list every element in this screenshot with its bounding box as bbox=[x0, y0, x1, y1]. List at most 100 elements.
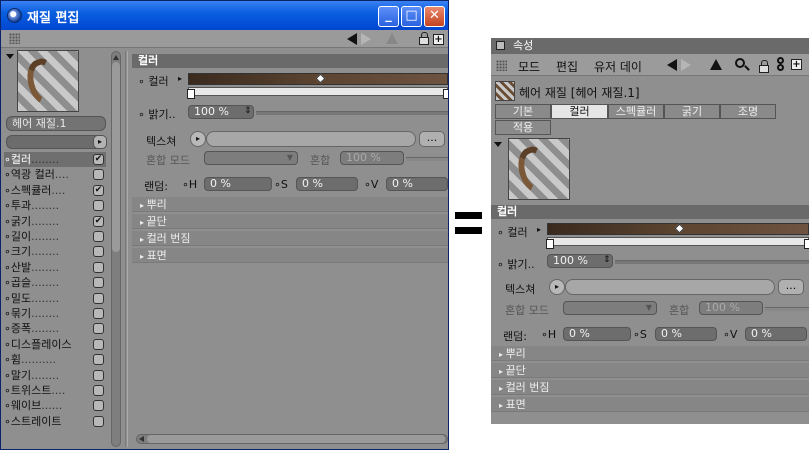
menu-mode[interactable]: 모드 bbox=[518, 58, 540, 75]
v-field[interactable]: 0 % bbox=[386, 177, 448, 191]
channel-item[interactable]: ∘스펙큘러.... ✔ bbox=[4, 183, 106, 198]
texture-field[interactable] bbox=[206, 131, 416, 147]
horizontal-scrollbar[interactable] bbox=[136, 434, 448, 444]
fold-group[interactable]: ▸ 뿌리 bbox=[132, 197, 448, 212]
blend-mode-select[interactable]: ▼ bbox=[204, 151, 298, 165]
menu-edit[interactable]: 편집 bbox=[556, 58, 578, 75]
channel-checkbox[interactable] bbox=[93, 277, 104, 289]
gradient-knob-track[interactable] bbox=[188, 87, 448, 96]
brightness-slider[interactable] bbox=[256, 111, 448, 115]
hscroll-thumb[interactable] bbox=[147, 435, 445, 443]
channel-checkbox[interactable] bbox=[93, 323, 104, 335]
panel-divider[interactable] bbox=[125, 51, 128, 447]
channel-checkbox[interactable]: ✔ bbox=[93, 184, 104, 196]
channel-item[interactable]: ∘역광 컬러.... bbox=[4, 167, 106, 182]
texture-arrow-button[interactable]: ▸ bbox=[190, 131, 206, 147]
up-arrow-icon[interactable] bbox=[710, 59, 722, 70]
stepper-icon[interactable]: ⇕ bbox=[244, 106, 252, 116]
channel-checkbox[interactable] bbox=[93, 292, 104, 304]
fold-group[interactable]: ▸ 표면 bbox=[491, 397, 809, 412]
minimize-button[interactable]: _ bbox=[378, 6, 399, 27]
menu-user-data[interactable]: 유저 데이 bbox=[594, 58, 642, 75]
blend-field[interactable]: 100 % bbox=[340, 151, 404, 165]
fold-group[interactable]: ▸ 끝단 bbox=[491, 363, 809, 378]
channel-item[interactable]: ∘트위스트.... bbox=[4, 383, 106, 398]
channel-item[interactable]: ∘웨이브...... bbox=[4, 398, 106, 413]
material-preview-large[interactable] bbox=[508, 138, 570, 200]
blend-slider[interactable] bbox=[765, 307, 809, 311]
forward-arrow-icon[interactable] bbox=[361, 33, 371, 45]
material-name-field[interactable]: 헤어 재질.1 bbox=[6, 116, 106, 131]
channel-item[interactable]: ∘디스플레이스 bbox=[4, 337, 106, 352]
h-field[interactable]: 0 % bbox=[204, 177, 272, 191]
channel-item[interactable]: ∘증폭........ bbox=[4, 321, 106, 336]
color-gradient-bar[interactable] bbox=[547, 223, 809, 235]
gradient-knob-left[interactable] bbox=[546, 239, 554, 249]
channel-item[interactable]: ∘휨.......... bbox=[4, 352, 106, 367]
gradient-midpoint-knob[interactable] bbox=[674, 223, 685, 234]
tab-item[interactable]: 굵기 bbox=[664, 104, 720, 119]
fold-group[interactable]: ▸ 뿌리 bbox=[491, 346, 809, 361]
back-arrow-icon[interactable] bbox=[347, 33, 357, 45]
gradient-knob-right[interactable] bbox=[443, 89, 448, 99]
up-arrow-icon[interactable] bbox=[386, 33, 398, 44]
channel-checkbox[interactable] bbox=[93, 169, 104, 181]
title-bar[interactable]: 재질 편집 _ □ ✕ bbox=[1, 1, 448, 30]
channel-checkbox[interactable] bbox=[93, 231, 104, 242]
tab-item[interactable]: 기본 bbox=[495, 104, 551, 119]
chevron-right-icon[interactable]: ▸ bbox=[93, 135, 107, 149]
new-panel-icon[interactable]: + bbox=[791, 59, 802, 70]
brightness-slider[interactable] bbox=[615, 260, 809, 264]
texture-browse-button[interactable]: ... bbox=[778, 279, 804, 295]
close-button[interactable]: ✕ bbox=[424, 6, 445, 27]
gradient-knob-left[interactable] bbox=[187, 89, 195, 99]
channel-checkbox[interactable] bbox=[93, 415, 104, 427]
texture-arrow-button[interactable]: ▸ bbox=[549, 279, 565, 295]
channel-checkbox[interactable] bbox=[93, 385, 104, 396]
tab-item[interactable]: 적용 bbox=[495, 120, 551, 135]
channel-checkbox[interactable] bbox=[93, 400, 104, 412]
collapse-triangle-icon[interactable] bbox=[6, 54, 14, 59]
maximize-button[interactable]: □ bbox=[401, 6, 422, 27]
gradient-knob-track[interactable] bbox=[547, 237, 809, 246]
channel-checkbox[interactable] bbox=[93, 246, 104, 258]
channel-item[interactable]: ∘크기........ bbox=[4, 244, 106, 259]
tab-item[interactable]: 컬러 bbox=[551, 104, 608, 119]
channel-item[interactable]: ∘투과........ bbox=[4, 198, 106, 213]
gradient-midpoint-knob[interactable] bbox=[315, 73, 326, 84]
link-icon[interactable] bbox=[777, 57, 784, 64]
channel-scroll-header[interactable]: ▸ bbox=[6, 135, 107, 149]
v-field[interactable]: 0 % bbox=[745, 327, 807, 341]
tab-item[interactable]: 조명 bbox=[720, 104, 776, 119]
fold-group[interactable]: ▸ 끝단 bbox=[132, 214, 448, 229]
channel-item[interactable]: ∘굵기........ ✔ bbox=[4, 214, 106, 229]
expand-triangle-icon[interactable]: ▸ bbox=[537, 225, 541, 234]
material-preview[interactable] bbox=[17, 50, 79, 112]
scroll-thumb[interactable] bbox=[112, 62, 120, 252]
fold-group[interactable]: ▸ 표면 bbox=[132, 248, 448, 263]
attributes-title-bar[interactable]: 속성 bbox=[491, 38, 809, 54]
channel-item[interactable]: ∘말기........ bbox=[4, 368, 106, 383]
gradient-knob-right[interactable] bbox=[804, 239, 809, 249]
new-panel-icon[interactable]: + bbox=[433, 34, 444, 45]
channel-item[interactable]: ∘산발........ bbox=[4, 260, 106, 275]
stepper-icon[interactable]: ⇕ bbox=[603, 255, 611, 265]
s-field[interactable]: 0 % bbox=[296, 177, 358, 191]
channel-item[interactable]: ∘밀도........ bbox=[4, 291, 106, 306]
color-gradient-bar[interactable] bbox=[188, 73, 448, 85]
tab-item[interactable]: 스펙큘러 bbox=[608, 104, 664, 119]
channel-checkbox[interactable] bbox=[93, 338, 104, 350]
collapse-triangle-icon[interactable] bbox=[494, 142, 502, 147]
fold-group[interactable]: ▸ 컬러 번짐 bbox=[491, 380, 809, 395]
channel-item[interactable]: ∘곱슬........ bbox=[4, 275, 106, 290]
channel-checkbox[interactable] bbox=[93, 354, 104, 366]
channel-checkbox[interactable] bbox=[93, 308, 104, 319]
blend-field[interactable]: 100 % bbox=[699, 301, 763, 315]
channel-item[interactable]: ∘스트레이트 bbox=[4, 414, 106, 429]
back-arrow-icon[interactable] bbox=[667, 59, 677, 71]
texture-field[interactable] bbox=[565, 279, 775, 295]
channel-item[interactable]: ∘길이........ bbox=[4, 229, 106, 244]
blend-mode-select[interactable]: ▼ bbox=[563, 301, 657, 315]
lock-icon[interactable] bbox=[419, 32, 429, 45]
channel-checkbox[interactable] bbox=[93, 369, 104, 381]
